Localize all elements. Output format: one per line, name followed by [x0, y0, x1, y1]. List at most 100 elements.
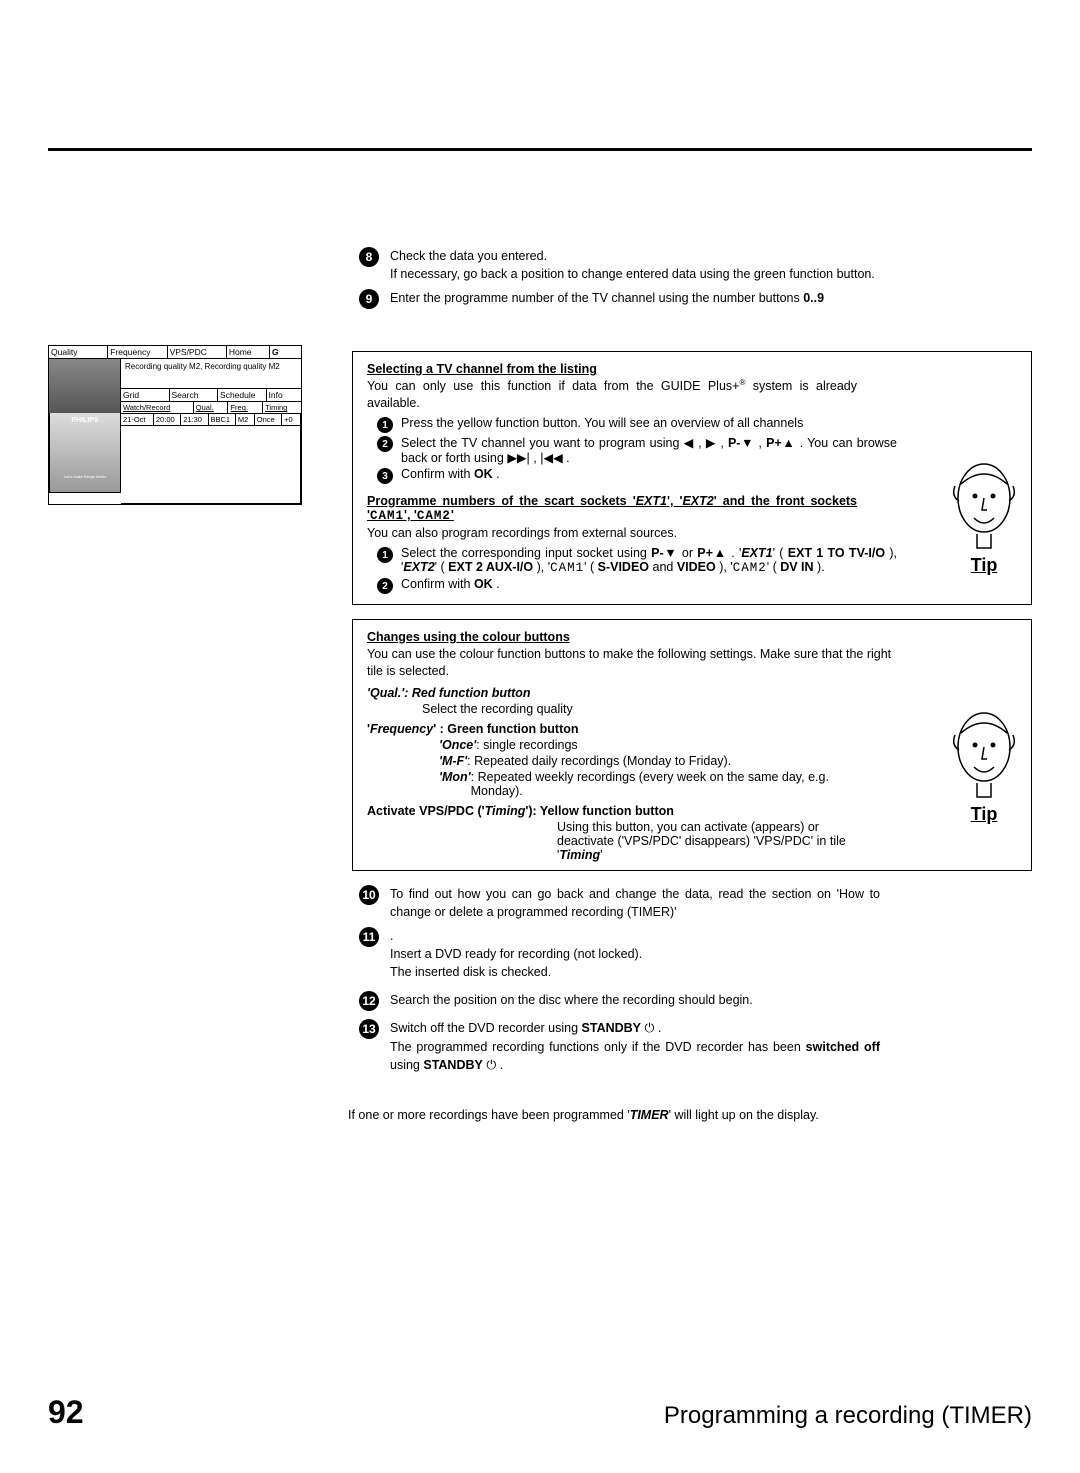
vps-head: Activate VPS/PDC ('Timing'): Yellow func…	[367, 804, 1019, 818]
s13-a: Switch off the DVD recorder using	[390, 1021, 582, 1035]
tip1-intro2: You can also program recordings from ext…	[367, 525, 1019, 542]
step-8-line1: Check the data you entered.	[390, 249, 547, 263]
banner-text: Recording quality M2, Recording quality …	[121, 359, 301, 389]
tagline: Let's make things better	[50, 474, 120, 479]
tip1-sub5b: OK	[474, 577, 493, 591]
tip-box-1: Tip Selecting a TV channel from the list…	[352, 351, 1032, 605]
step-12: 12 Search the position on the disc where…	[348, 991, 1032, 1011]
tip1-sub3a: Confirm with	[401, 467, 474, 481]
cell-watchrecord: Watch/Record	[121, 402, 194, 413]
step-number-8: 8	[359, 247, 379, 267]
qual-body: Select the recording quality	[422, 702, 1019, 716]
once-body: : single recordings	[476, 738, 577, 752]
s13-e: switched off	[806, 1040, 880, 1054]
p-plus-2: P+▲	[697, 546, 727, 560]
step-number-10: 10	[359, 885, 379, 905]
tip-label-2: Tip	[949, 804, 1019, 825]
top-divider	[48, 148, 1032, 151]
tip1b-n1: 1	[377, 547, 393, 563]
face-icon	[949, 456, 1019, 551]
step-11-dot: .	[390, 929, 393, 943]
tip1-n1: 1	[377, 417, 393, 433]
tip-label-1: Tip	[949, 555, 1019, 576]
cell-grid: Grid	[121, 389, 170, 401]
thumbnail-image	[49, 359, 121, 413]
s13-d: The programmed recording functions only …	[390, 1040, 806, 1054]
cell-plus: +0	[282, 414, 300, 425]
mf-body: : Repeated daily recordings (Monday to F…	[467, 754, 731, 768]
step-number-12: 12	[359, 991, 379, 1011]
cell-date: 21-Oct	[121, 414, 154, 425]
step-10-text: To find out how you can go back and chan…	[390, 885, 880, 921]
device-illustration: PHILIPS Let's make things better	[49, 413, 121, 493]
cell-t1: 20:00	[154, 414, 181, 425]
tab-home: Home	[227, 346, 270, 358]
mon-label: 'Mon'	[439, 770, 471, 798]
tip1-sub5a: Confirm with	[401, 577, 474, 591]
tip1-heading: Selecting a TV channel from the listing	[367, 362, 1019, 376]
cell-freq: Freq.	[228, 402, 263, 413]
tip1-sub4a: Select the corresponding input socket us…	[401, 546, 651, 560]
power-icon: ⏻	[645, 1021, 655, 1035]
tip-box-2: Tip Changes using the colour buttons You…	[352, 619, 1032, 871]
cell-info: Info	[267, 389, 301, 401]
right-arrow-icon: ▶	[706, 436, 716, 450]
step-12-text: Search the position on the disc where th…	[390, 991, 880, 1011]
cell-once: Once	[255, 414, 282, 425]
tip1-sub1: Press the yellow function button. You wi…	[401, 416, 897, 433]
step-11-line1: Insert a DVD ready for recording (not lo…	[390, 947, 642, 961]
s13-h: .	[496, 1058, 503, 1072]
tip1-n2: 2	[377, 436, 393, 452]
guide-screenshot: Quality Frequency VPS/PDC Home G Recordi…	[48, 337, 348, 1080]
step-number-13: 13	[359, 1019, 379, 1039]
tab-vpspdc: VPS/PDC	[168, 346, 227, 358]
p-plus: P+▲	[766, 436, 795, 450]
cell-timing: Timing	[263, 402, 301, 413]
face-icon	[949, 705, 1019, 800]
step-number-11: 11	[359, 927, 379, 947]
mf-label: 'M-F'	[439, 754, 467, 768]
s13-f: using	[390, 1058, 423, 1072]
once-label: 'Once'	[439, 738, 476, 752]
step-10: 10 To find out how you can go back and c…	[348, 885, 1032, 921]
tip1-sub3c: .	[493, 467, 500, 481]
s13-c: .	[654, 1021, 661, 1035]
left-arrow-icon: ◀	[684, 436, 694, 450]
chapter-title: Programming a recording (TIMER)	[664, 1402, 1032, 1430]
tip2-intro: You can use the colour function buttons …	[367, 646, 897, 680]
step-13: 13 Switch off the DVD recorder using STA…	[348, 1019, 1032, 1073]
qual-head: 'Qual.': Red function button	[367, 686, 1019, 700]
cell-q: M2	[236, 414, 255, 425]
final-note: If one or more recordings have been prog…	[348, 1108, 1032, 1122]
cell-schedule: Schedule	[218, 389, 267, 401]
tip1-sub2a: Select the TV channel you want to progra…	[401, 436, 684, 450]
tip1-sub5c: .	[493, 577, 500, 591]
s13-g: STANDBY	[423, 1058, 483, 1072]
tip1-sub3b: OK	[474, 467, 493, 481]
forward-icon: ▶▶|	[507, 451, 529, 465]
p-minus: P-▼	[728, 436, 754, 450]
tip1-n3: 3	[377, 468, 393, 484]
page-number: 92	[48, 1394, 84, 1431]
vps-body: Using this button, you can activate (app…	[557, 820, 867, 862]
rewind-icon: |◀◀	[540, 451, 562, 465]
power-icon-2: ⏻	[486, 1058, 496, 1072]
tip1b-n2: 2	[377, 578, 393, 594]
step-8: 8 Check the data you entered. If necessa…	[348, 247, 1032, 283]
tip1-intro-a: You can only use this function if data f…	[367, 379, 739, 393]
brand-label: PHILIPS	[50, 417, 120, 424]
step-9: 9 Enter the programme number of the TV c…	[348, 289, 1032, 309]
s13-b: STANDBY	[582, 1021, 642, 1035]
tab-frequency: Frequency	[108, 346, 167, 358]
p-minus-2: P-▼	[651, 546, 677, 560]
tip-illustration-2: Tip	[949, 705, 1019, 825]
tip2-heading: Changes using the colour buttons	[367, 630, 1019, 644]
logo-icon: G	[270, 346, 301, 358]
step-11: 11 . Insert a DVD ready for recording (n…	[348, 927, 1032, 981]
page-footer: 92 Programming a recording (TIMER)	[48, 1394, 1032, 1431]
tip-illustration-1: Tip	[949, 456, 1019, 576]
tab-quality: Quality	[49, 346, 108, 358]
step-9-line1: Enter the programme number of the TV cha…	[390, 291, 800, 305]
step-8-line2: If necessary, go back a position to chan…	[390, 267, 875, 281]
empty-area	[121, 426, 301, 504]
